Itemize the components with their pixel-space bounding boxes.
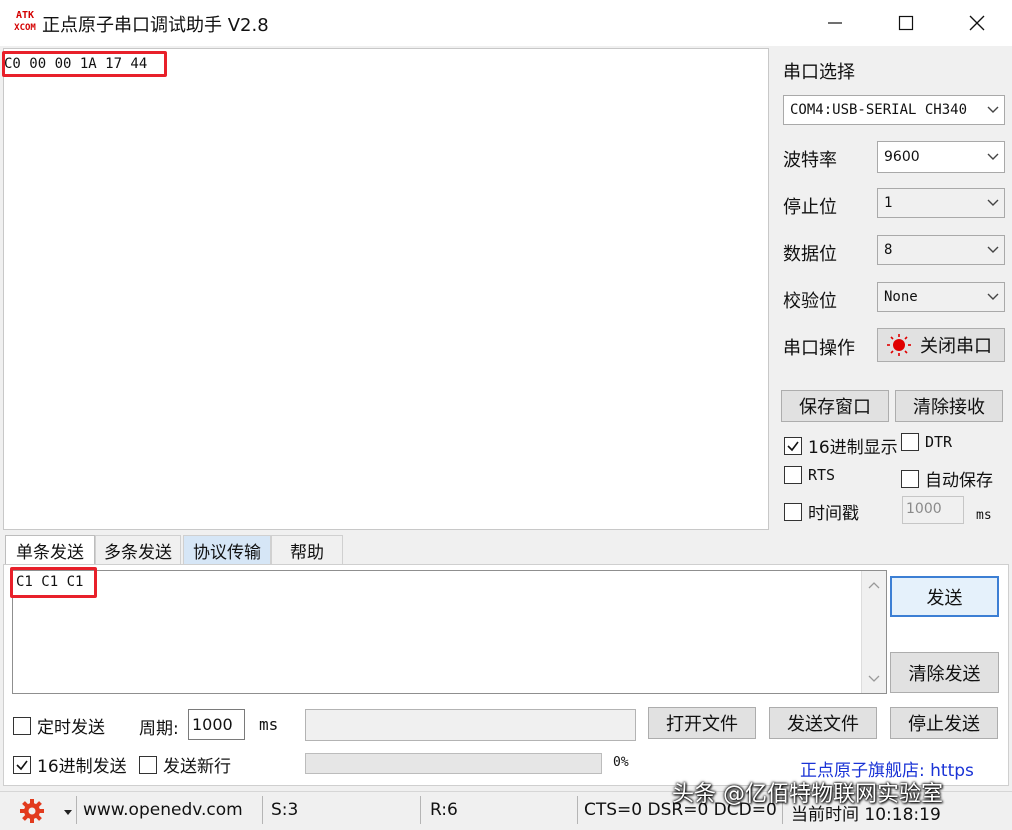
- receive-area[interactable]: [3, 48, 769, 530]
- dtr-option[interactable]: DTR: [901, 433, 952, 451]
- baud-value: 9600: [884, 149, 920, 165]
- chevron-down-icon: [982, 96, 1004, 124]
- send-text: C1 C1 C1: [16, 574, 84, 590]
- chevron-down-icon: [982, 236, 1004, 264]
- hex-send-label: 16进制发送: [37, 757, 127, 777]
- send-input[interactable]: [12, 570, 887, 694]
- send-newline-option[interactable]: 发送新行: [139, 752, 231, 777]
- parity-select[interactable]: None: [877, 282, 1005, 312]
- send-progress-percent: 0%: [613, 755, 629, 770]
- checkmark-icon: [16, 760, 28, 770]
- period-unit: ms: [259, 715, 279, 734]
- dtr-label: DTR: [925, 433, 953, 451]
- caret-down-icon: [64, 810, 72, 815]
- maximize-button[interactable]: [871, 0, 941, 46]
- port-select-value: COM4:USB-SERIAL CH340: [790, 102, 968, 118]
- gear-icon: [20, 799, 44, 823]
- timed-send-option[interactable]: 定时发送: [13, 713, 105, 738]
- file-path-field[interactable]: [305, 709, 636, 741]
- website-link[interactable]: www.openedv.com: [83, 800, 243, 820]
- checkmark-icon: [787, 441, 799, 451]
- tab-protocol[interactable]: 协议传输: [183, 535, 271, 565]
- databits-label: 数据位: [783, 244, 837, 265]
- hex-send-checkbox[interactable]: [13, 755, 31, 774]
- timestamp-option[interactable]: 时间戳: [784, 499, 859, 524]
- tab-multi-send[interactable]: 多条发送: [95, 535, 181, 565]
- stopbits-label: 停止位: [783, 197, 837, 218]
- period-label: 周期:: [139, 719, 179, 739]
- period-input[interactable]: 1000: [188, 709, 245, 740]
- tab-help[interactable]: 帮助: [271, 535, 343, 565]
- clear-receive-button[interactable]: 清除接收: [895, 390, 1003, 422]
- send-button[interactable]: 发送: [890, 576, 999, 617]
- hex-display-option[interactable]: 16进制显示: [784, 433, 898, 458]
- port-select[interactable]: COM4:USB-SERIAL CH340: [783, 95, 1005, 125]
- databits-value: 8: [884, 242, 893, 258]
- stopbits-value: 1: [884, 195, 893, 211]
- status-led-icon: [887, 334, 911, 356]
- port-op-label: 串口操作: [783, 338, 855, 359]
- send-file-button[interactable]: 发送文件: [769, 707, 877, 739]
- timed-send-checkbox[interactable]: [13, 716, 31, 735]
- auto-save-option[interactable]: 自动保存: [901, 466, 993, 491]
- chevron-down-icon: [982, 283, 1004, 311]
- close-port-button[interactable]: 关闭串口: [877, 328, 1005, 362]
- rts-option[interactable]: RTS: [784, 466, 835, 484]
- auto-save-checkbox[interactable]: [901, 469, 919, 488]
- open-file-button[interactable]: 打开文件: [648, 707, 756, 739]
- close-icon: [969, 15, 985, 31]
- timed-send-label: 定时发送: [37, 718, 105, 738]
- parity-value: None: [884, 289, 918, 305]
- status-separator: [76, 796, 77, 824]
- hex-send-option[interactable]: 16进制发送: [13, 752, 127, 777]
- send-scrollbar[interactable]: [861, 571, 886, 693]
- chevron-up-icon: [868, 582, 880, 589]
- timestamp-unit: ms: [976, 508, 992, 523]
- app-logo: ATK XCOM: [14, 10, 36, 33]
- parity-label: 校验位: [783, 291, 837, 312]
- chevron-down-icon: [982, 142, 1004, 172]
- stop-send-button[interactable]: 停止发送: [890, 707, 998, 739]
- tab-single-send[interactable]: 单条发送: [5, 535, 95, 565]
- send-newline-checkbox[interactable]: [139, 755, 157, 774]
- status-separator: [577, 796, 578, 824]
- status-separator: [420, 796, 421, 824]
- received-count: R:6: [430, 800, 458, 820]
- dropdown-arrow-button[interactable]: [63, 802, 73, 822]
- settings-gear-button[interactable]: [18, 797, 48, 830]
- maximize-icon: [898, 15, 914, 31]
- clear-send-button[interactable]: 清除发送: [890, 652, 999, 693]
- auto-save-label: 自动保存: [925, 471, 993, 491]
- chevron-down-icon: [982, 189, 1004, 217]
- window-title: 正点原子串口调试助手 V2.8: [42, 15, 269, 36]
- rts-label: RTS: [808, 466, 836, 484]
- timestamp-checkbox[interactable]: [784, 502, 802, 521]
- databits-select[interactable]: 8: [877, 235, 1005, 265]
- baud-label: 波特率: [783, 150, 837, 171]
- save-window-button[interactable]: 保存窗口: [781, 390, 889, 422]
- timestamp-interval-field[interactable]: 1000: [902, 496, 964, 524]
- stopbits-select[interactable]: 1: [877, 188, 1005, 218]
- sent-count: S:3: [271, 800, 299, 820]
- hex-display-checkbox[interactable]: [784, 436, 802, 455]
- minimize-button[interactable]: [800, 0, 870, 46]
- chevron-down-icon: [868, 675, 880, 682]
- close-window-button[interactable]: [942, 0, 1012, 46]
- title-bar: ATK XCOM 正点原子串口调试助手 V2.8: [0, 0, 1012, 46]
- close-port-label: 关闭串口: [920, 336, 992, 357]
- dtr-checkbox[interactable]: [901, 433, 919, 451]
- receive-text: C0 00 00 1A 17 44: [4, 56, 148, 72]
- watermark-text: 头条 @亿佰特物联网实验室: [672, 782, 943, 807]
- hex-display-label: 16进制显示: [808, 438, 898, 458]
- timestamp-label: 时间戳: [808, 504, 859, 524]
- send-newline-label: 发送新行: [163, 757, 231, 777]
- port-select-label: 串口选择: [783, 62, 855, 83]
- rts-checkbox[interactable]: [784, 466, 802, 484]
- status-separator: [262, 796, 263, 824]
- baud-select[interactable]: 9600: [877, 141, 1005, 173]
- send-progress-bar: [305, 753, 602, 774]
- minimize-icon: [828, 22, 842, 24]
